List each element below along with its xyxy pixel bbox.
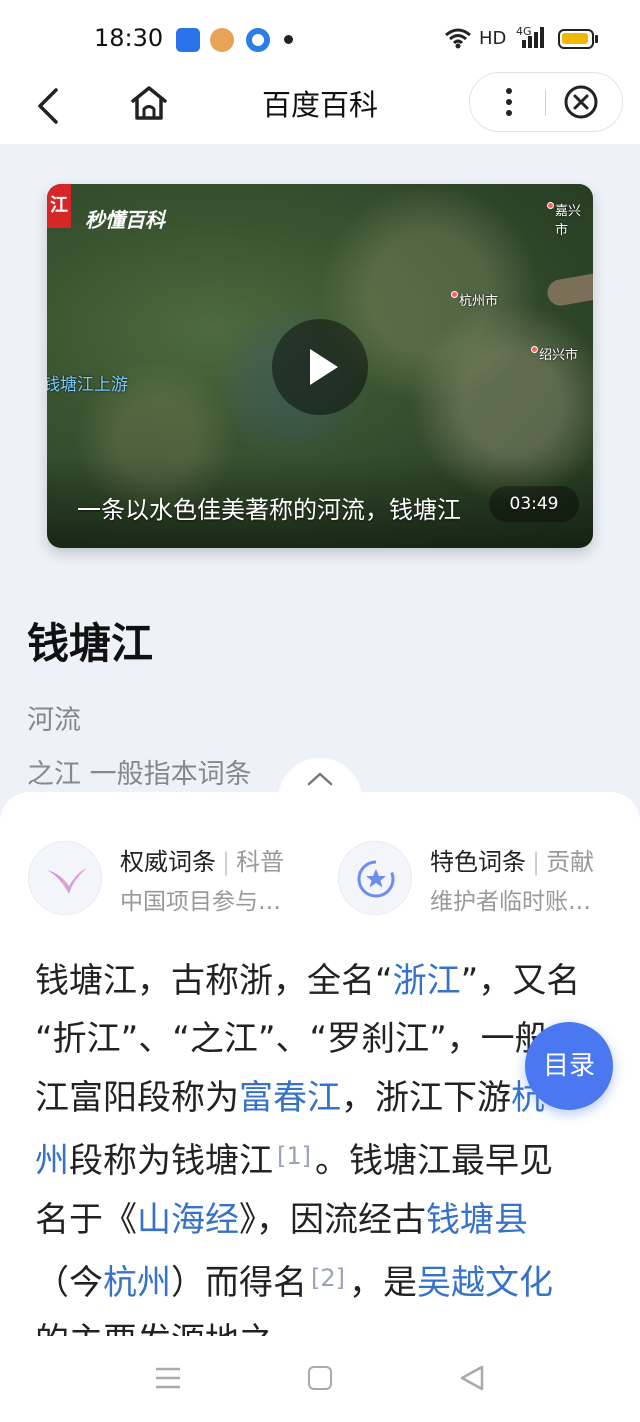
entry-type: 河流: [27, 705, 81, 736]
map-label-upstream: 钱塘江上游: [47, 375, 128, 395]
badge-authority-title[interactable]: 权威词条 | 科普: [120, 842, 284, 877]
article-line: 州段称为钱塘江 [1] 。钱塘江最早见: [35, 1141, 553, 1182]
map-label-shaoxing: 绍兴市: [539, 348, 579, 363]
video-caption: 一条以水色佳美著称的河流，钱塘江: [77, 496, 461, 524]
map-pin: [547, 202, 554, 209]
wifi-icon: [445, 28, 471, 49]
featured-badge-icon[interactable]: [338, 841, 412, 915]
map-label-hangzhou: 杭州市: [459, 294, 499, 309]
badge-featured-subtitle: 维护者临时账…: [430, 889, 591, 915]
network-type-label: HD: [479, 28, 507, 49]
entry-alias[interactable]: 之江 一般指本词条: [27, 752, 252, 791]
article-line: 名于《山海经》，因流经古钱塘县: [35, 1199, 528, 1240]
more-dot-icon: [284, 35, 293, 44]
article-summary: 钱塘江，古称浙，全名“浙江”，又名 “折江”、“之江”、“罗刹江”，一般 江富阳…: [35, 952, 605, 1371]
menu-icon[interactable]: [155, 1366, 181, 1390]
video-logo: 秒懂百科: [85, 208, 165, 232]
map-pin: [531, 346, 538, 353]
link-zhejiang[interactable]: 浙江: [393, 961, 461, 1001]
triangle-back-icon[interactable]: [458, 1364, 486, 1392]
square-home-icon[interactable]: [308, 1366, 332, 1390]
article-line: 江富阳段称为富春江，浙江下游杭: [35, 1077, 545, 1118]
video-player[interactable]: 江 秒懂百科 嘉兴市 杭州市 绍兴市 钱塘江上游 一条以水色佳美著称的河流，钱塘…: [47, 184, 593, 548]
badge-featured-label: 特色词条: [430, 848, 526, 876]
battery-icon: [558, 29, 594, 49]
reference-1[interactable]: [1]: [277, 1142, 311, 1170]
article-line: （今杭州）而得名 [2] ，是吴越文化: [35, 1263, 553, 1304]
app-notification-icon: [176, 28, 200, 52]
target-app-icon: [246, 28, 270, 52]
battery-tip: [595, 35, 598, 43]
close-circle-icon[interactable]: [563, 84, 599, 120]
badge-authority-subtitle: 中国项目参与…: [120, 889, 281, 915]
link-hangzhou[interactable]: 州: [35, 1141, 69, 1181]
play-button[interactable]: [272, 319, 368, 415]
capsule-divider: [545, 90, 546, 116]
link-wuyue-culture[interactable]: 吴越文化: [417, 1263, 553, 1303]
more-vertical-icon[interactable]: [494, 84, 524, 120]
link-qiantang-county[interactable]: 钱塘县: [426, 1200, 528, 1240]
badge-authority-tag: 科普: [236, 848, 285, 876]
entry-title: 钱塘江: [27, 619, 154, 668]
mini-program-capsule: [469, 72, 623, 132]
badge-separator: |: [222, 848, 231, 876]
reference-2[interactable]: [2]: [311, 1264, 345, 1292]
play-icon: [310, 349, 338, 385]
monkey-app-icon: [210, 28, 234, 52]
map-pin: [451, 291, 458, 298]
badge-separator: |: [532, 848, 541, 876]
badge-featured-tag: 贡献: [546, 848, 595, 876]
article-line: “折江”、“之江”、“罗刹江”，一般: [35, 1019, 549, 1060]
toc-button[interactable]: 目录: [525, 1022, 613, 1110]
status-time: 18:30: [94, 24, 164, 52]
chevron-up-icon[interactable]: [306, 768, 334, 788]
authority-badge-icon[interactable]: [28, 841, 102, 915]
video-red-tag: 江: [47, 184, 71, 228]
link-shanhaijing[interactable]: 山海经: [137, 1200, 239, 1240]
article-line: 钱塘江，古称浙，全名“浙江”，又名: [35, 961, 581, 1001]
map-label-jiaxing: 嘉兴市: [555, 204, 582, 238]
link-hangzhou-city[interactable]: 杭州: [103, 1263, 171, 1303]
signal-icon: 4G: [516, 25, 544, 48]
badge-featured-title[interactable]: 特色词条 | 贡献: [430, 842, 594, 877]
badge-authority-label: 权威词条: [120, 848, 216, 876]
link-fuchunjiang[interactable]: 富春江: [239, 1078, 341, 1118]
video-duration: 03:49: [489, 486, 579, 522]
